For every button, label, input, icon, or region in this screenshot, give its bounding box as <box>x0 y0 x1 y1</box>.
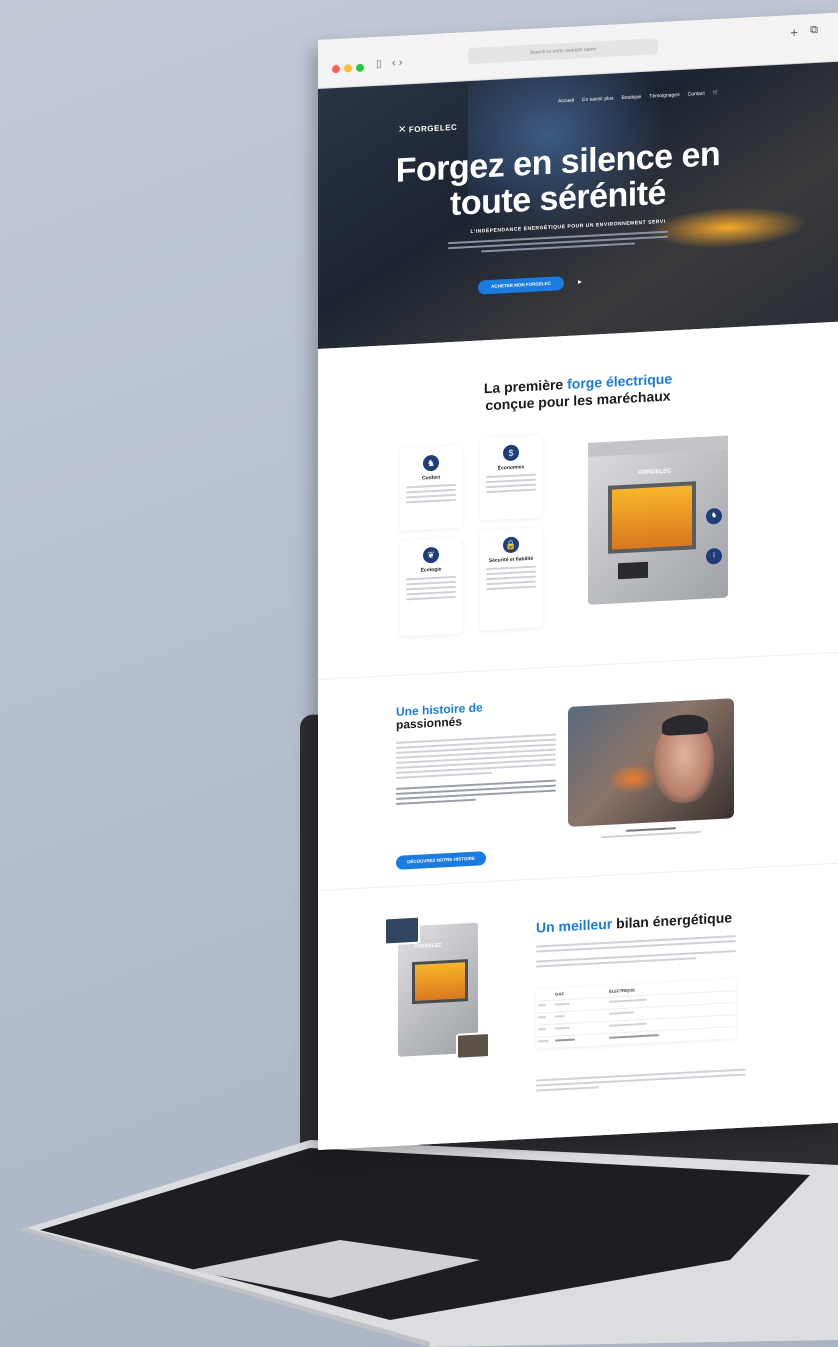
horse-icon: ♞ <box>423 454 439 472</box>
founder-photo <box>568 698 734 827</box>
browser-window: ▯ ‹ › Search or enter website name + ⧉ ✕… <box>318 12 838 1151</box>
dollar-icon: $ <box>503 444 519 462</box>
minimize-window-button[interactable] <box>344 64 352 73</box>
energy-section: FORGELEC Un meilleur bilan énergétique G… <box>318 862 838 1151</box>
sidebar-toggle-icon[interactable]: ▯ <box>376 59 382 70</box>
feature-card-ecologie: ❦ Écologie <box>400 537 462 637</box>
feature-card-securite: 🔒 Sécurité et fiabilité <box>480 527 542 631</box>
site-logo[interactable]: ✕ FORGELEC <box>398 122 457 136</box>
lock-icon: 🔒 <box>503 536 519 554</box>
nav-item-contact[interactable]: Contact <box>688 91 705 98</box>
laptop-base <box>10 1120 838 1347</box>
photo-caption <box>568 824 734 840</box>
address-bar[interactable]: Search or enter website name <box>468 38 658 65</box>
feature-card-economies: $ Économies <box>480 435 542 521</box>
story-text <box>396 733 556 808</box>
discover-story-button[interactable]: DÉCOUVREZ NOTRE HISTOIRE <box>396 851 486 870</box>
story-title: Une histoire de passionnés <box>396 700 483 732</box>
nav-item-accueil[interactable]: Accueil <box>558 98 574 105</box>
features-title: La première forge électrique conçue pour… <box>483 370 673 414</box>
cart-icon[interactable]: 🛒 <box>713 90 719 96</box>
nav-item-boutique[interactable]: Boutique <box>622 94 642 101</box>
play-video-link[interactable]: ▶ <box>578 275 582 289</box>
forge-product-image: FORGELEC ♞ i <box>588 435 728 605</box>
new-tab-icon[interactable]: + <box>790 25 798 40</box>
energy-text <box>536 935 736 970</box>
energy-title: Un meilleur bilan énergétique <box>536 909 733 936</box>
close-window-button[interactable] <box>332 64 340 74</box>
maximize-window-button[interactable] <box>356 63 364 73</box>
forge-wall-image: FORGELEC <box>384 915 490 1060</box>
horse-badge-icon: ♞ <box>706 507 722 525</box>
buy-forgelec-button[interactable]: ACHETER MON FORGELEC <box>478 276 564 295</box>
nav-item-temoignages[interactable]: Témoignages <box>649 92 679 100</box>
hero-forge-glow <box>648 203 808 252</box>
tab-overview-icon[interactable]: ⧉ <box>810 24 818 37</box>
leaf-icon: ❦ <box>423 546 439 564</box>
feature-card-confort: ♞ Confort <box>400 445 462 531</box>
energy-comparison-table: GAZ ÉLECTRIQUE <box>536 979 736 1049</box>
info-badge-icon: i <box>706 547 722 565</box>
play-icon: ▶ <box>578 279 582 286</box>
energy-footnote <box>536 1068 746 1095</box>
features-section: La première forge électrique conçue pour… <box>318 321 838 679</box>
back-forward-icon[interactable]: ‹ › <box>392 57 402 70</box>
hero-section: ✕ FORGELEC Accueil En savoir plus Boutiqu… <box>318 61 838 349</box>
story-section: Une histoire de passionnés DÉCOUVREZ NOTR… <box>318 651 838 890</box>
